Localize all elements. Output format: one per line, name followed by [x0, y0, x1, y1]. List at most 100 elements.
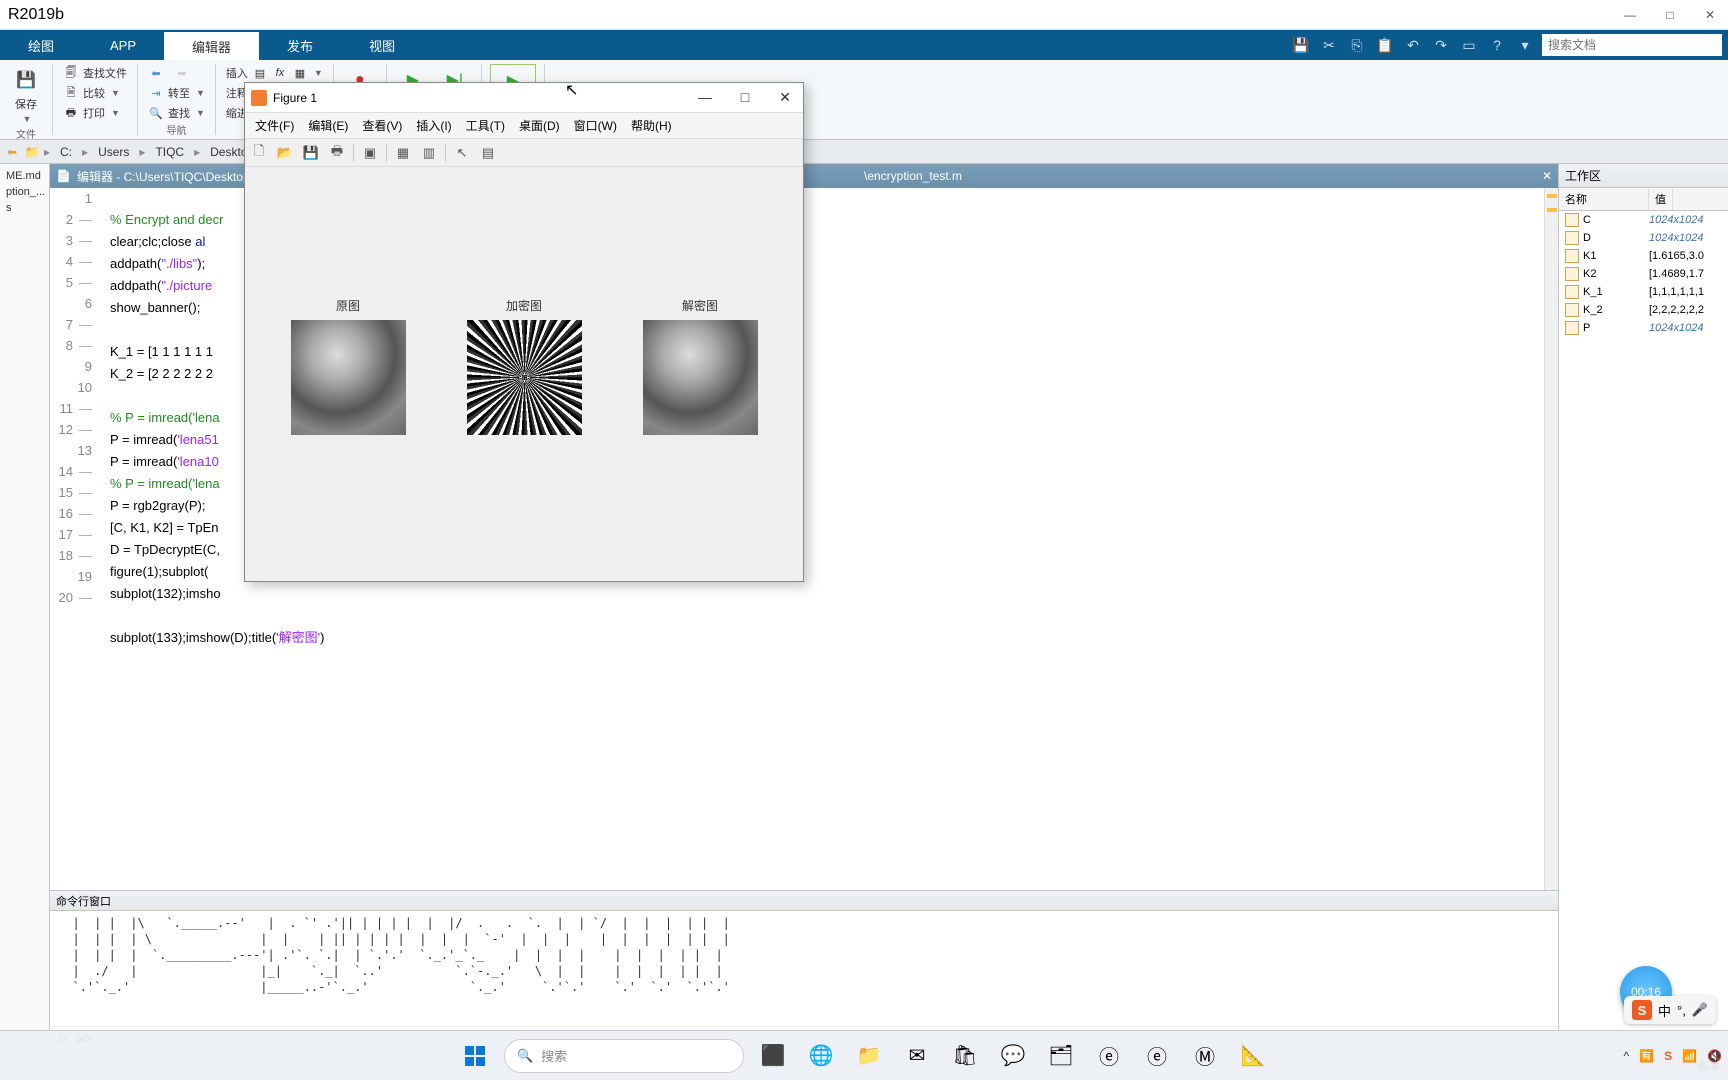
start-button[interactable]: [456, 1037, 494, 1075]
tab-close-icon[interactable]: ✕: [1542, 169, 1552, 183]
menu-tools[interactable]: 工具(T): [460, 115, 511, 136]
find-button[interactable]: 🔍查找▼: [146, 104, 207, 122]
sogou-icon[interactable]: S: [1632, 1000, 1652, 1020]
ime-mic-icon[interactable]: 🎤: [1692, 1002, 1708, 1018]
fig-close-button[interactable]: ✕: [773, 89, 797, 106]
print-fig-icon[interactable]: 🖶: [327, 143, 347, 163]
file-item[interactable]: ME.md: [4, 168, 45, 184]
edge-icon[interactable]: 🌐: [802, 1037, 840, 1075]
menu-file[interactable]: 文件(F): [249, 115, 300, 136]
save-fig-icon[interactable]: 💾: [301, 143, 321, 163]
workspace-var-row[interactable]: C1024x1024: [1559, 211, 1728, 229]
app-icon[interactable]: 🗂: [1042, 1037, 1080, 1075]
copy-icon[interactable]: ⎘: [1346, 34, 1368, 56]
tray-chevron-icon[interactable]: ^: [1623, 1049, 1629, 1063]
tray-ime-icon[interactable]: 🈶: [1639, 1049, 1654, 1063]
col-name[interactable]: 名称: [1559, 188, 1649, 210]
print-button[interactable]: 🖶打印▼: [61, 104, 129, 122]
undo-icon[interactable]: ↶: [1402, 34, 1424, 56]
menu-view[interactable]: 查看(V): [356, 115, 408, 136]
explorer-icon[interactable]: 📁: [850, 1037, 888, 1075]
figure-menubar[interactable]: 文件(F) 编辑(E) 查看(V) 插入(I) 工具(T) 桌面(D) 窗口(W…: [245, 113, 803, 139]
tray-volume-icon[interactable]: 🔇: [1707, 1049, 1722, 1063]
workspace-var-row[interactable]: K1[1.6165,3.0: [1559, 247, 1728, 265]
workspace-var-row[interactable]: K2[1.4689,1.7: [1559, 265, 1728, 283]
link-icon[interactable]: ▥: [419, 143, 439, 163]
addr-drive[interactable]: C:: [54, 145, 78, 159]
workspace-columns[interactable]: 名称 值: [1559, 188, 1728, 211]
save-button[interactable]: 💾 保存 ▼: [8, 64, 44, 126]
inspector-icon[interactable]: ▤: [478, 143, 498, 163]
open-fig-icon[interactable]: 📂: [275, 143, 295, 163]
editor-marker-strip[interactable]: [1544, 188, 1558, 890]
windows-taskbar[interactable]: 🔍搜索 ⬛ 🌐 📁 ✉ 🛍 💬 🗂 ⓔ ⓔ Ⓜ 📐 ^ 🈶 S 📶 🔇: [0, 1030, 1728, 1080]
file-item[interactable]: ption_...: [4, 184, 45, 200]
mail-icon[interactable]: ✉: [898, 1037, 936, 1075]
command-window[interactable]: 命令行窗口 | | | |\ `._____.--' | . `' .'|| |…: [50, 890, 1558, 1050]
folder-icon[interactable]: 📁: [24, 144, 40, 160]
ime-punct-icon[interactable]: °,: [1677, 1003, 1686, 1018]
pointer-icon[interactable]: ↖: [452, 143, 472, 163]
col-value[interactable]: 值: [1649, 188, 1673, 210]
system-tray[interactable]: ^ 🈶 S 📶 🔇: [1623, 1049, 1722, 1063]
tray-wifi-icon[interactable]: 📶: [1682, 1049, 1697, 1063]
task-view-icon[interactable]: ⬛: [754, 1037, 792, 1075]
wechat-icon[interactable]: 💬: [994, 1037, 1032, 1075]
maximize-button[interactable]: □: [1660, 5, 1680, 25]
datacursor-icon[interactable]: ▦: [393, 143, 413, 163]
tool-icon[interactable]: Ⓜ: [1186, 1037, 1224, 1075]
tray-sogou-icon[interactable]: S: [1664, 1049, 1672, 1063]
editor-tab-encryption[interactable]: \encryption_test.m ✕: [858, 164, 1558, 188]
minimize-button[interactable]: —: [1620, 5, 1640, 25]
fig-maximize-button[interactable]: □: [733, 89, 757, 106]
folder-back-icon[interactable]: ⬅: [4, 144, 20, 160]
ime-lang[interactable]: 中: [1658, 1001, 1671, 1020]
workspace-var-row[interactable]: K_2[2,2,2,2,2,2: [1559, 301, 1728, 319]
file-item[interactable]: s: [4, 200, 45, 216]
tab-plots[interactable]: 绘图: [0, 30, 82, 60]
redo-icon[interactable]: ↷: [1430, 34, 1452, 56]
insert-button[interactable]: 插入 ▤ fx ▦▼: [224, 64, 325, 82]
browser-icon[interactable]: ⓔ: [1138, 1037, 1176, 1075]
current-folder-panel[interactable]: ME.md ption_... s: [0, 164, 50, 1050]
ime-toolbar[interactable]: S 中 °, 🎤: [1624, 996, 1716, 1024]
menu-insert[interactable]: 插入(I): [410, 115, 457, 136]
new-fig-icon[interactable]: 🗋: [249, 143, 269, 163]
figure-titlebar[interactable]: Figure 1 — □ ✕: [245, 83, 803, 113]
forward-button[interactable]: ➡: [172, 64, 192, 82]
workspace-var-row[interactable]: K_1[1,1,1,1,1,1: [1559, 283, 1728, 301]
figure-axes-area[interactable]: 原图 加密图 解密图: [245, 167, 803, 581]
matlab-taskbar-icon[interactable]: 📐: [1234, 1037, 1272, 1075]
find-files-button[interactable]: 🗐查找文件: [61, 64, 129, 82]
tab-publish[interactable]: 发布: [259, 30, 341, 60]
paste-icon[interactable]: 📋: [1374, 34, 1396, 56]
dock-icon[interactable]: ▣: [360, 143, 380, 163]
workspace-var-row[interactable]: D1024x1024: [1559, 229, 1728, 247]
command-window-output[interactable]: | | | |\ `._____.--' | . `' .'|| | | | |…: [50, 911, 1558, 1026]
subplot-2-image[interactable]: [467, 320, 582, 435]
workspace-var-row[interactable]: P1024x1024: [1559, 319, 1728, 337]
addr-user[interactable]: TIQC: [149, 145, 190, 159]
figure-window[interactable]: Figure 1 — □ ✕ 文件(F) 编辑(E) 查看(V) 插入(I) 工…: [244, 82, 804, 582]
close-button[interactable]: ✕: [1700, 5, 1720, 25]
workspace-panel[interactable]: 工作区 名称 值 C1024x1024D1024x1024K1[1.6165,3…: [1558, 164, 1728, 1050]
menu-edit[interactable]: 编辑(E): [302, 115, 354, 136]
ie-icon[interactable]: ⓔ: [1090, 1037, 1128, 1075]
taskbar-search[interactable]: 🔍搜索: [504, 1039, 744, 1073]
compare-button[interactable]: 🗎比较▼: [61, 84, 129, 102]
cut-icon[interactable]: ✂: [1318, 34, 1340, 56]
goto-button[interactable]: ⇥转至▼: [146, 84, 207, 102]
store-icon[interactable]: 🛍: [946, 1037, 984, 1075]
addr-users[interactable]: Users: [92, 145, 135, 159]
menu-desktop[interactable]: 桌面(D): [513, 115, 566, 136]
help-icon[interactable]: ?: [1486, 34, 1508, 56]
back-button[interactable]: ⬅: [146, 64, 166, 82]
save-icon[interactable]: 💾: [1290, 34, 1312, 56]
layout-icon[interactable]: ▭: [1458, 34, 1480, 56]
menu-help[interactable]: 帮助(H): [625, 115, 678, 136]
fig-minimize-button[interactable]: —: [693, 89, 717, 106]
subplot-3-image[interactable]: [643, 320, 758, 435]
tab-editor[interactable]: 编辑器: [164, 30, 259, 60]
figure-toolbar[interactable]: 🗋 📂 💾 🖶 ▣ ▦ ▥ ↖ ▤: [245, 139, 803, 167]
menu-window[interactable]: 窗口(W): [568, 115, 623, 136]
